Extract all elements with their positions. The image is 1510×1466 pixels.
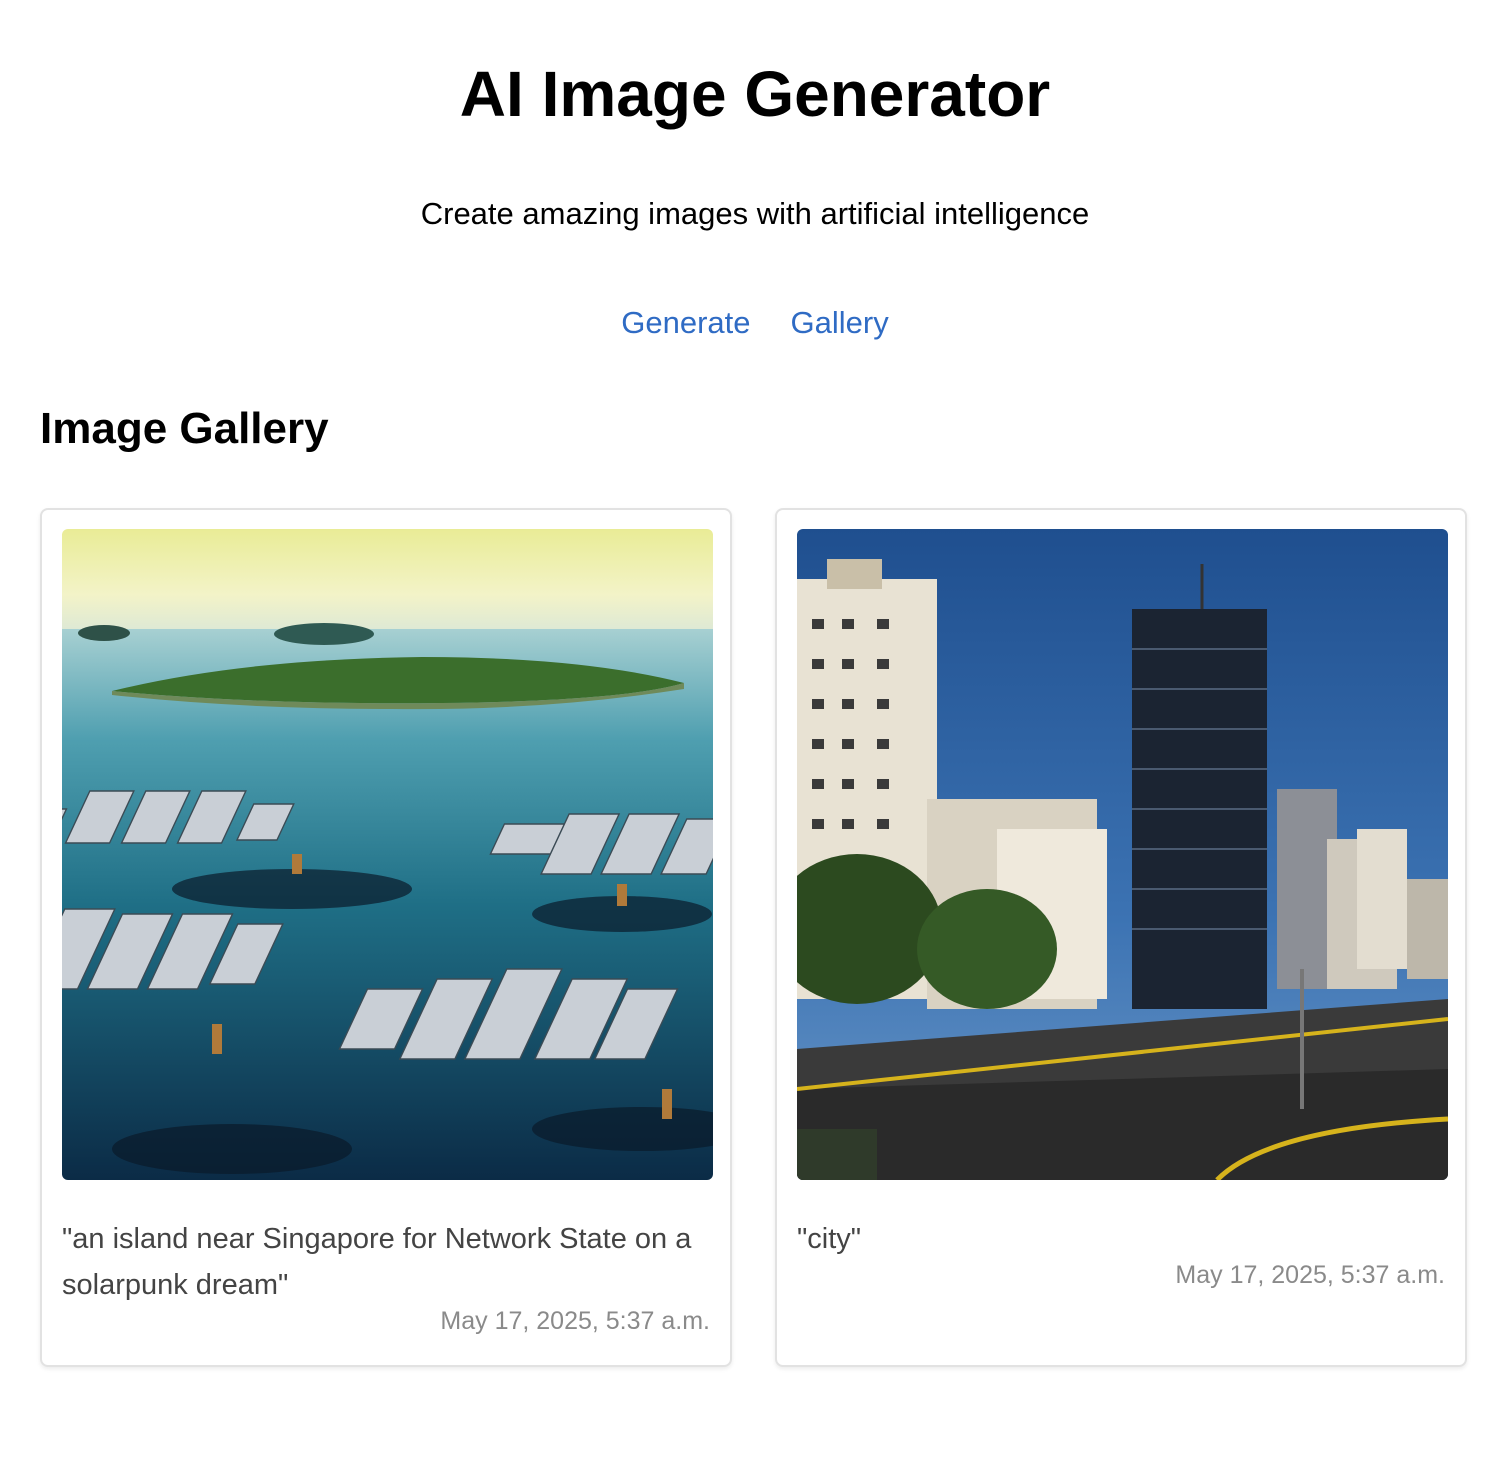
nav-link-generate[interactable]: Generate [621,302,750,344]
main-nav: Generate Gallery [0,302,1510,344]
page-title: AI Image Generator [459,58,1051,130]
image-timestamp: May 17, 2025, 5:37 a.m. [440,1307,710,1335]
image-prompt: "city" [797,1223,862,1255]
generated-image-solarpunk-island[interactable] [62,529,713,1180]
generated-image-city[interactable] [797,529,1448,1180]
nav-link-gallery[interactable]: Gallery [791,302,889,344]
page-subtitle: Create amazing images with artificial in… [420,196,1090,231]
gallery-card: "an island near Singapore for Network St… [40,508,732,1367]
gallery-title: Image Gallery [40,404,329,453]
image-timestamp: May 17, 2025, 5:37 a.m. [1175,1261,1445,1289]
image-prompt: "an island near Singapore for Network St… [62,1223,692,1301]
gallery-card: "city" May 17, 2025, 5:37 a.m. [775,508,1467,1367]
